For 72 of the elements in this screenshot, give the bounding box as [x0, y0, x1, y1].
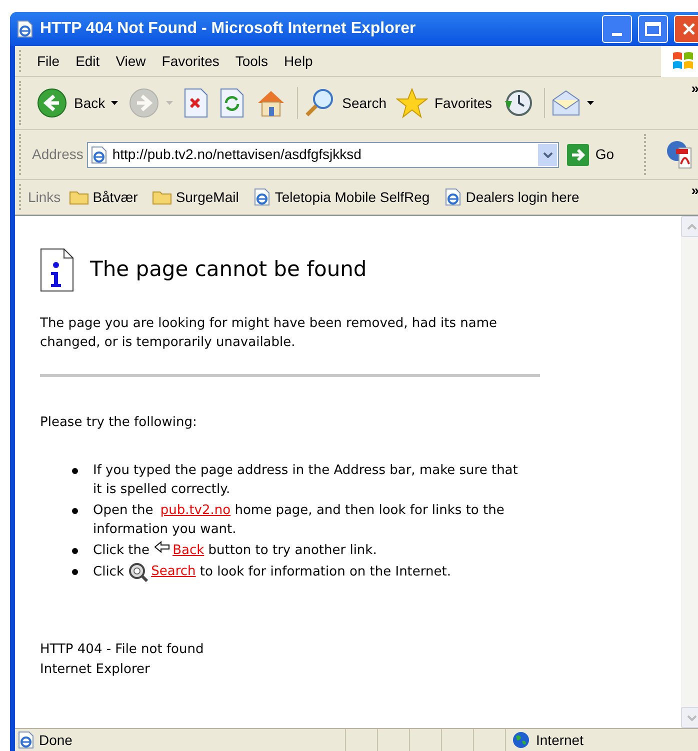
- text-link[interactable]: Back: [172, 542, 204, 558]
- star-icon: [396, 87, 428, 119]
- text-link[interactable]: pub.tv2.no: [160, 502, 231, 518]
- page-icon: [444, 188, 462, 206]
- links-label: Links: [28, 188, 61, 206]
- chevron-button[interactable]: »: [691, 78, 698, 99]
- bullet-icon: [72, 568, 78, 574]
- minimize-button[interactable]: [602, 15, 632, 43]
- instructions-heading: Please try the following:: [40, 414, 198, 432]
- envelope-icon: [551, 88, 582, 118]
- refresh-button[interactable]: [219, 88, 246, 118]
- menu-item[interactable]: File: [30, 50, 67, 72]
- status-text: Done: [39, 730, 72, 750]
- bullet-icon: [72, 548, 78, 554]
- go-button[interactable]: Go: [567, 144, 614, 166]
- windows-logo-icon: [671, 50, 695, 72]
- menu-item[interactable]: Tools: [228, 50, 276, 72]
- error-code-text: HTTP 404 - File not found: [40, 640, 205, 658]
- globe-icon: [512, 731, 530, 749]
- folder-icon: [152, 189, 172, 205]
- dropdown-button[interactable]: [538, 144, 558, 166]
- error-description: The page you are looking for might have been removed, had its name changed, or is temporarily unavailable.: [40, 315, 498, 352]
- back-button[interactable]: Back: [36, 87, 118, 119]
- text-link[interactable]: Search: [151, 564, 196, 580]
- page-icon: [17, 731, 35, 749]
- search-button[interactable]: Search: [297, 87, 386, 119]
- favorites-button[interactable]: Favorites: [396, 87, 492, 119]
- stop-button[interactable]: [183, 88, 210, 118]
- stop-icon: [183, 88, 210, 118]
- chevron-down-icon: [542, 152, 553, 158]
- magnifier-icon: [128, 562, 148, 582]
- zone-text: Internet: [536, 730, 584, 750]
- page-heading: The page cannot be found: [90, 256, 367, 284]
- link-button[interactable]: Dealers login here: [444, 186, 580, 208]
- page-icon: [90, 146, 108, 164]
- menu-item[interactable]: Edit: [68, 50, 107, 72]
- menu-item[interactable]: Help: [277, 50, 320, 72]
- suggestion-text: Click the Back button to try another link.: [93, 540, 377, 560]
- menu-item[interactable]: Favorites: [154, 50, 226, 72]
- suggestion-text: Open the pub.tv2.no home page, and then look for links to the information you want.: [93, 502, 506, 538]
- caret-icon: [166, 101, 174, 105]
- mail-button[interactable]: [544, 88, 594, 118]
- caret-icon: [587, 101, 594, 105]
- menu-item[interactable]: View: [108, 50, 153, 72]
- address-input[interactable]: http://pub.tv2.no/nettavisen/asdfgfsjkksd: [112, 144, 534, 165]
- suggestion-text: Click Search to look for information on the Internet.: [93, 562, 451, 582]
- maximize-button[interactable]: [638, 15, 668, 43]
- close-icon: [682, 22, 696, 36]
- link-button[interactable]: Båtvær: [68, 186, 138, 208]
- folder-icon: [68, 189, 89, 205]
- clock-icon: [502, 87, 534, 119]
- refresh-icon: [219, 88, 246, 118]
- address-field[interactable]: http://pub.tv2.no/nettavisen/asdfgfsjkksd: [87, 142, 560, 168]
- close-button[interactable]: [674, 15, 698, 43]
- history-button[interactable]: [502, 87, 534, 119]
- caret-icon: [111, 101, 118, 105]
- chevron-up-icon: [687, 224, 697, 230]
- link-button[interactable]: SurgeMail: [152, 186, 239, 208]
- info-document-icon: [40, 248, 74, 292]
- error-code-text: Internet Explorer: [40, 660, 151, 678]
- arrow-right-icon: [567, 144, 590, 166]
- window-title: HTTP 404 Not Found - Microsoft Internet Explorer: [40, 19, 417, 39]
- left-arrow-icon: [154, 540, 170, 552]
- browser-page-icon: [16, 20, 34, 38]
- address-label: Address: [32, 145, 84, 164]
- bullet-icon: [72, 508, 78, 514]
- chevron-button[interactable]: »: [691, 180, 698, 201]
- link-button[interactable]: Teletopia Mobile SelfReg: [252, 186, 430, 208]
- chevron-down-icon: [687, 714, 697, 720]
- suggestion-text: If you typed the page address in the Address bar, make sure that it is spelled correctly.: [93, 462, 519, 498]
- page-icon: [252, 188, 271, 206]
- bullet-icon: [72, 468, 78, 474]
